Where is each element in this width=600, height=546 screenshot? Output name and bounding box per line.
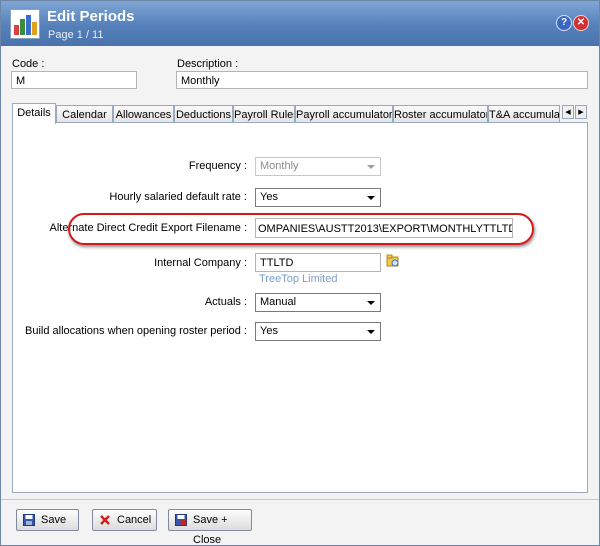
hourly-rate-value: Yes: [260, 191, 278, 203]
save-close-button[interactable]: Save + Close: [168, 509, 252, 545]
tab-calendar[interactable]: Calendar: [56, 105, 113, 123]
actuals-select[interactable]: Manual: [255, 293, 381, 312]
chevron-down-icon: [367, 165, 375, 169]
edit-periods-window: Edit Periods Page 1 / 11 ? ✕ Code : M De…: [0, 0, 600, 546]
tab-payroll-rules[interactable]: Payroll Rules: [233, 105, 295, 123]
tab-ta-accumulators[interactable]: T&A accumulator: [488, 105, 560, 123]
hourly-rate-select[interactable]: Yes: [255, 188, 381, 207]
chevron-down-icon: [367, 330, 375, 334]
frequency-value: Monthly: [260, 160, 299, 172]
chevron-down-icon: [367, 196, 375, 200]
title-bar: Edit Periods Page 1 / 11 ? ✕: [1, 1, 599, 46]
actuals-label: Actuals :: [204, 296, 247, 308]
actuals-value: Manual: [260, 296, 297, 308]
tab-roster-accumulators[interactable]: Roster accumulators: [393, 105, 488, 123]
tab-allowances[interactable]: Allowances: [113, 105, 174, 123]
frequency-select[interactable]: Monthly: [255, 157, 381, 176]
save-close-label: Save + Close: [193, 514, 228, 546]
footer-divider: [1, 499, 599, 500]
company-name-link[interactable]: TreeTop Limited: [259, 273, 337, 285]
tab-scroll-left-icon[interactable]: ◀: [562, 105, 574, 119]
cancel-button[interactable]: Cancel: [92, 509, 157, 531]
floppy-disk-close-icon: [175, 514, 187, 526]
tab-details[interactable]: Details: [12, 103, 56, 124]
company-lookup-icon[interactable]: [386, 254, 400, 268]
close-icon[interactable]: ✕: [573, 15, 589, 31]
tab-deductions[interactable]: Deductions: [174, 105, 233, 123]
save-label: Save: [41, 514, 67, 526]
tab-payroll-accumulators[interactable]: Payroll accumulators: [295, 105, 393, 123]
hourly-rate-label: Hourly salaried default rate :: [109, 191, 247, 203]
tab-scroll-right-icon[interactable]: ▶: [575, 105, 587, 119]
floppy-disk-icon: [23, 514, 35, 526]
code-label: Code :: [12, 58, 45, 70]
code-field[interactable]: M: [11, 71, 137, 89]
help-icon[interactable]: ?: [556, 15, 572, 31]
page-indicator: Page 1 / 11: [48, 29, 104, 41]
chevron-down-icon: [367, 301, 375, 305]
build-allocations-select[interactable]: Yes: [255, 322, 381, 341]
cancel-label: Cancel: [117, 514, 152, 526]
bar-chart-icon: [10, 9, 40, 39]
description-field[interactable]: Monthly: [176, 71, 588, 89]
description-label: Description :: [177, 58, 239, 70]
save-button[interactable]: Save: [16, 509, 79, 531]
internal-company-field[interactable]: TTLTD: [255, 253, 381, 272]
cancel-x-icon: [100, 515, 110, 525]
internal-company-label: Internal Company :: [154, 257, 247, 269]
frequency-label: Frequency :: [188, 160, 247, 172]
build-allocations-label: Build allocations when opening roster pe…: [25, 325, 247, 337]
window-title: Edit Periods: [47, 8, 135, 25]
red-highlight-ring: [68, 213, 534, 245]
build-allocations-value: Yes: [260, 325, 278, 337]
